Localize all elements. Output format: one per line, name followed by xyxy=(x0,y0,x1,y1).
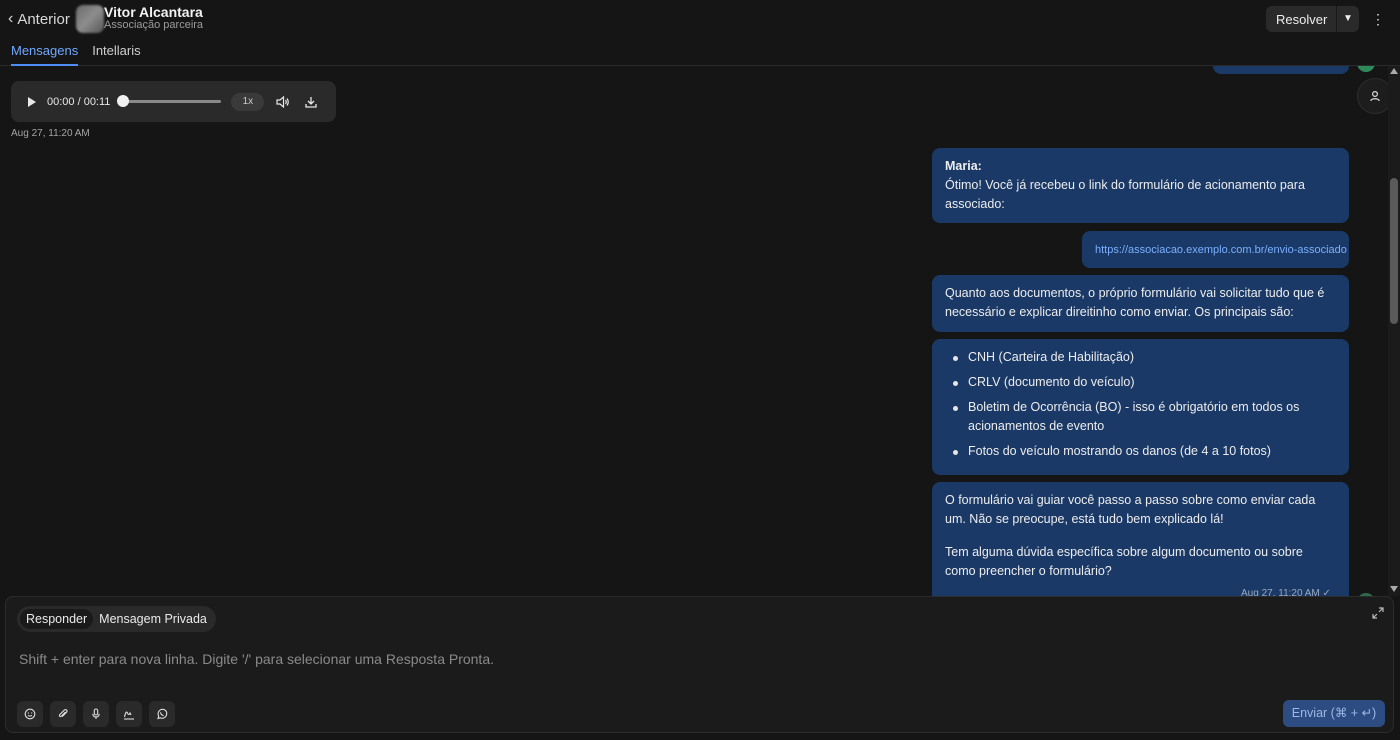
emoji-icon xyxy=(24,708,36,720)
reply-composer: Responder Mensagem Privada Shift + enter… xyxy=(5,596,1394,733)
message-timestamp: Aug 27, 11:20 AM xyxy=(11,128,90,139)
resolve-button-group: Resolver ▼ xyxy=(1266,6,1359,32)
audio-progress-knob[interactable] xyxy=(117,95,130,107)
contact-panel-button[interactable] xyxy=(1357,78,1388,114)
scroll-down-arrow[interactable] xyxy=(1390,586,1398,592)
document-list: CNH (Carteira de Habilitação) CRLV (docu… xyxy=(945,348,1336,461)
scroll-up-arrow[interactable] xyxy=(1390,68,1398,74)
message-bubble: https://associacao.exemplo.com.br/envio-… xyxy=(1082,231,1349,268)
message-text: Ótimo! Você já recebeu o link do formulá… xyxy=(945,178,1305,211)
message-text: O formulário vai guiar você passo a pass… xyxy=(945,493,1316,526)
previous-message-bubble xyxy=(1213,66,1349,74)
composer-toolbar xyxy=(17,701,175,727)
message-input[interactable]: Shift + enter para nova linha. Digite '/… xyxy=(19,651,494,667)
resolve-button[interactable]: Resolver xyxy=(1266,12,1336,27)
conversation-header: ‹ Anterior Vitor Alcantara Associação pa… xyxy=(0,0,1400,66)
message-list[interactable]: 00:00 / 00:11 1x Aug 27, 11:20 AM Maria:… xyxy=(0,66,1388,596)
contact-name[interactable]: Vitor Alcantara xyxy=(104,4,203,20)
message-timestamp: Aug 27, 11:20 AM ✓ xyxy=(1241,588,1331,596)
message-text: Quanto aos documentos, o próprio formulá… xyxy=(945,286,1325,319)
message-text: Tem alguma dúvida específica sobre algum… xyxy=(945,545,1303,578)
form-link[interactable]: https://associacao.exemplo.com.br/envio-… xyxy=(1095,244,1347,256)
audio-time: 00:00 / 00:11 xyxy=(47,95,111,108)
message-scrollbar[interactable] xyxy=(1388,66,1400,596)
tab-intellaris[interactable]: Intellaris xyxy=(92,43,140,66)
back-button[interactable]: ‹ Anterior xyxy=(8,10,70,28)
send-button[interactable]: Enviar (⌘ + ↵) xyxy=(1283,700,1385,727)
conversation-tabs: Mensagens Intellaris xyxy=(11,43,141,66)
whatsapp-template-button[interactable] xyxy=(149,701,175,727)
download-icon[interactable] xyxy=(302,93,320,111)
expand-icon[interactable] xyxy=(1372,606,1386,620)
audio-progress-slider[interactable] xyxy=(117,95,222,107)
attach-button[interactable] xyxy=(50,701,76,727)
contact-avatar[interactable] xyxy=(76,5,104,33)
user-icon xyxy=(1370,90,1380,102)
volume-icon[interactable] xyxy=(274,93,292,111)
play-icon[interactable] xyxy=(28,96,36,107)
more-options-icon[interactable]: ⋮ xyxy=(1371,10,1385,28)
reply-mode-toggle: Responder Mensagem Privada xyxy=(17,606,216,632)
agent-avatar xyxy=(1357,66,1375,72)
reply-mode-button[interactable]: Responder xyxy=(20,609,94,629)
message-bubble: Quanto aos documentos, o próprio formulá… xyxy=(932,275,1349,332)
tab-mensagens[interactable]: Mensagens xyxy=(11,43,79,66)
audio-player: 00:00 / 00:11 1x xyxy=(11,81,336,122)
record-audio-button[interactable] xyxy=(83,701,109,727)
back-label: Anterior xyxy=(17,10,70,28)
signature-button[interactable] xyxy=(116,701,142,727)
message-bubble: O formulário vai guiar você passo a pass… xyxy=(932,482,1349,596)
list-item: CNH (Carteira de Habilitação) xyxy=(945,348,1336,367)
message-sender: Maria: xyxy=(945,159,982,173)
microphone-icon xyxy=(92,708,100,719)
list-item: Fotos do veículo mostrando os danos (de … xyxy=(945,442,1336,461)
private-note-mode-button[interactable]: Mensagem Privada xyxy=(93,609,213,629)
scroll-thumb[interactable] xyxy=(1390,178,1398,324)
message-bubble: Maria: Ótimo! Você já recebeu o link do … xyxy=(932,148,1349,223)
list-item: CRLV (documento do veículo) xyxy=(945,373,1336,392)
whatsapp-icon xyxy=(157,708,168,720)
list-item: Boletim de Ocorrência (BO) - isso é obri… xyxy=(945,398,1336,436)
playback-speed-button[interactable]: 1x xyxy=(231,92,265,111)
bottom-strip xyxy=(0,733,1400,740)
paperclip-icon xyxy=(58,709,68,718)
message-bubble: CNH (Carteira de Habilitação) CRLV (docu… xyxy=(932,339,1349,475)
chevron-down-icon[interactable]: ▼ xyxy=(1336,6,1359,32)
chevron-left-icon: ‹ xyxy=(8,10,14,27)
emoji-button[interactable] xyxy=(17,701,43,727)
signature-icon xyxy=(123,711,134,720)
contact-subtitle: Associação parceira xyxy=(104,19,204,31)
